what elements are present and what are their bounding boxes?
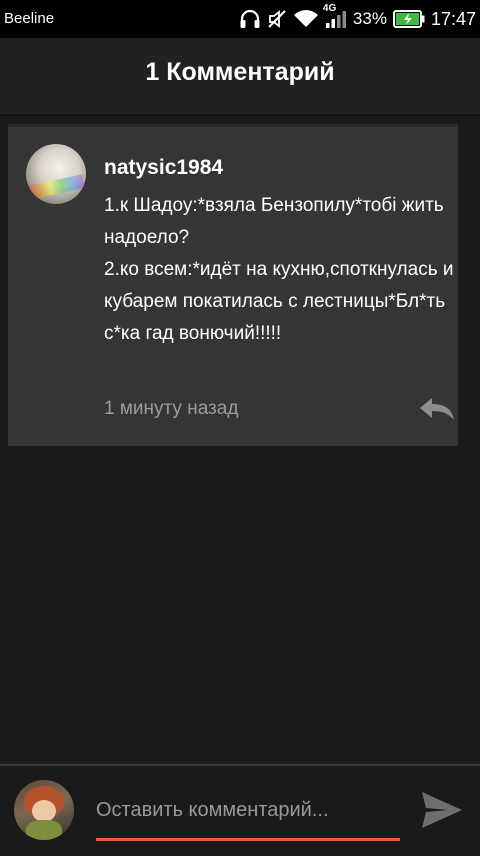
battery-charging-icon xyxy=(392,10,425,28)
headset-icon xyxy=(239,9,261,29)
page-title: 1 Комментарий xyxy=(145,58,335,86)
wifi-icon xyxy=(293,9,319,29)
send-icon xyxy=(418,792,466,836)
comment-input[interactable] xyxy=(96,796,396,824)
app-header: 1 Комментарий xyxy=(0,38,480,116)
mute-icon xyxy=(267,9,287,29)
comment-author[interactable]: natysic1984 xyxy=(104,156,223,180)
reply-icon[interactable] xyxy=(418,396,456,422)
battery-percentage: 33% xyxy=(352,9,387,28)
carrier-name: Beeline xyxy=(4,10,55,27)
avatar-face-shape xyxy=(32,800,56,822)
avatar-rainbow-decoration xyxy=(27,174,85,200)
comment-text: 1.к Шадоу:*взяла Бензопилу*тобі жить над… xyxy=(104,195,454,344)
avatar-shirt-shape xyxy=(26,820,62,840)
current-user-avatar[interactable] xyxy=(14,780,74,840)
input-underline xyxy=(96,838,400,841)
status-icons: 4G 33% 17:47 xyxy=(239,3,476,31)
signal-icon: 4G xyxy=(323,3,347,29)
card-top-divider xyxy=(8,124,458,127)
user-avatar-cat[interactable] xyxy=(26,144,86,204)
comment-card: natysic1984 1.к Шадоу:*взяла Бензопилу*т… xyxy=(8,124,458,446)
status-bar: Beeline 4G 33% 17:47 xyxy=(0,0,480,38)
network-type-label: 4G xyxy=(322,3,337,14)
comment-composer xyxy=(0,764,480,856)
clock: 17:47 xyxy=(430,8,476,29)
comment-timestamp: 1 минуту назад xyxy=(104,398,239,419)
send-button[interactable] xyxy=(418,788,466,832)
